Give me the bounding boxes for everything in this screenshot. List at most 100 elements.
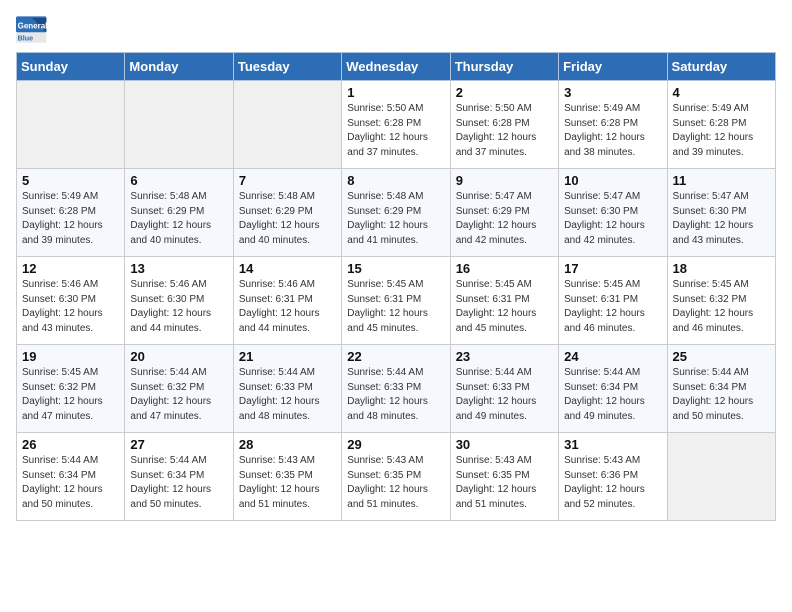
day-number: 4 xyxy=(673,85,770,100)
calendar-cell: 23 Sunrise: 5:44 AM Sunset: 6:33 PM Dayli… xyxy=(450,345,558,433)
day-info: Sunrise: 5:45 AM Sunset: 6:31 PM Dayligh… xyxy=(456,278,553,336)
calendar-week-2: 5 Sunrise: 5:49 AM Sunset: 6:28 PM Daylig… xyxy=(17,169,776,257)
calendar-header-row: SundayMondayTuesdayWednesdayThursdayFrid… xyxy=(17,53,776,81)
day-number: 13 xyxy=(130,261,227,276)
day-number: 24 xyxy=(564,349,661,364)
calendar-week-4: 19 Sunrise: 5:45 AM Sunset: 6:32 PM Dayli… xyxy=(17,345,776,433)
header-friday: Friday xyxy=(559,53,667,81)
day-info: Sunrise: 5:44 AM Sunset: 6:34 PM Dayligh… xyxy=(130,454,227,512)
day-info: Sunrise: 5:44 AM Sunset: 6:34 PM Dayligh… xyxy=(564,366,661,424)
day-info: Sunrise: 5:44 AM Sunset: 6:32 PM Dayligh… xyxy=(130,366,227,424)
logo: General Blue xyxy=(16,16,52,44)
calendar-cell xyxy=(667,433,775,521)
calendar-cell xyxy=(17,81,125,169)
header-thursday: Thursday xyxy=(450,53,558,81)
calendar-cell: 22 Sunrise: 5:44 AM Sunset: 6:33 PM Dayli… xyxy=(342,345,450,433)
day-number: 11 xyxy=(673,173,770,188)
calendar-cell: 16Sunrise: 5:45 AM Sunset: 6:31 PM Dayli… xyxy=(450,257,558,345)
day-number: 5 xyxy=(22,173,119,188)
day-info: Sunrise: 5:43 AM Sunset: 6:35 PM Dayligh… xyxy=(456,454,553,512)
day-info: Sunrise: 5:45 AM Sunset: 6:31 PM Dayligh… xyxy=(347,278,444,336)
header-wednesday: Wednesday xyxy=(342,53,450,81)
calendar-cell: 11 Sunrise: 5:47 AM Sunset: 6:30 PM Dayli… xyxy=(667,169,775,257)
day-info: Sunrise: 5:46 AM Sunset: 6:30 PM Dayligh… xyxy=(130,278,227,336)
day-number: 23 xyxy=(456,349,553,364)
day-number: 22 xyxy=(347,349,444,364)
day-number: 29 xyxy=(347,437,444,452)
day-info: Sunrise: 5:44 AM Sunset: 6:33 PM Dayligh… xyxy=(456,366,553,424)
day-info: Sunrise: 5:47 AM Sunset: 6:30 PM Dayligh… xyxy=(564,190,661,248)
calendar-cell: 12Sunrise: 5:46 AM Sunset: 6:30 PM Dayli… xyxy=(17,257,125,345)
day-info: Sunrise: 5:47 AM Sunset: 6:30 PM Dayligh… xyxy=(673,190,770,248)
calendar-cell: 7Sunrise: 5:48 AM Sunset: 6:29 PM Daylig… xyxy=(233,169,341,257)
calendar-cell: 8 Sunrise: 5:48 AM Sunset: 6:29 PM Daylig… xyxy=(342,169,450,257)
day-number: 8 xyxy=(347,173,444,188)
calendar-cell: 10Sunrise: 5:47 AM Sunset: 6:30 PM Dayli… xyxy=(559,169,667,257)
day-number: 1 xyxy=(347,85,444,100)
day-number: 6 xyxy=(130,173,227,188)
day-info: Sunrise: 5:49 AM Sunset: 6:28 PM Dayligh… xyxy=(673,102,770,160)
day-number: 25 xyxy=(673,349,770,364)
header-monday: Monday xyxy=(125,53,233,81)
calendar-cell: 13 Sunrise: 5:46 AM Sunset: 6:30 PM Dayli… xyxy=(125,257,233,345)
day-info: Sunrise: 5:46 AM Sunset: 6:31 PM Dayligh… xyxy=(239,278,336,336)
day-info: Sunrise: 5:47 AM Sunset: 6:29 PM Dayligh… xyxy=(456,190,553,248)
header-saturday: Saturday xyxy=(667,53,775,81)
day-number: 26 xyxy=(22,437,119,452)
day-number: 19 xyxy=(22,349,119,364)
calendar-cell xyxy=(125,81,233,169)
calendar-cell: 4 Sunrise: 5:49 AM Sunset: 6:28 PM Daylig… xyxy=(667,81,775,169)
calendar-cell: 14Sunrise: 5:46 AM Sunset: 6:31 PM Dayli… xyxy=(233,257,341,345)
header-tuesday: Tuesday xyxy=(233,53,341,81)
day-info: Sunrise: 5:43 AM Sunset: 6:36 PM Dayligh… xyxy=(564,454,661,512)
calendar-cell: 9 Sunrise: 5:47 AM Sunset: 6:29 PM Daylig… xyxy=(450,169,558,257)
day-number: 18 xyxy=(673,261,770,276)
svg-text:General: General xyxy=(18,21,48,30)
day-info: Sunrise: 5:48 AM Sunset: 6:29 PM Dayligh… xyxy=(347,190,444,248)
day-number: 21 xyxy=(239,349,336,364)
page-header: General Blue xyxy=(16,16,776,44)
day-info: Sunrise: 5:44 AM Sunset: 6:34 PM Dayligh… xyxy=(22,454,119,512)
calendar-cell: 15 Sunrise: 5:45 AM Sunset: 6:31 PM Dayli… xyxy=(342,257,450,345)
calendar-cell: 25 Sunrise: 5:44 AM Sunset: 6:34 PM Dayli… xyxy=(667,345,775,433)
calendar-cell: 6Sunrise: 5:48 AM Sunset: 6:29 PM Daylig… xyxy=(125,169,233,257)
day-number: 3 xyxy=(564,85,661,100)
calendar-table: SundayMondayTuesdayWednesdayThursdayFrid… xyxy=(16,52,776,521)
calendar-cell: 26 Sunrise: 5:44 AM Sunset: 6:34 PM Dayli… xyxy=(17,433,125,521)
calendar-cell: 5 Sunrise: 5:49 AM Sunset: 6:28 PM Daylig… xyxy=(17,169,125,257)
calendar-cell: 18 Sunrise: 5:45 AM Sunset: 6:32 PM Dayli… xyxy=(667,257,775,345)
calendar-cell: 17 Sunrise: 5:45 AM Sunset: 6:31 PM Dayli… xyxy=(559,257,667,345)
day-info: Sunrise: 5:45 AM Sunset: 6:32 PM Dayligh… xyxy=(22,366,119,424)
calendar-cell: 29Sunrise: 5:43 AM Sunset: 6:35 PM Dayli… xyxy=(342,433,450,521)
calendar-cell: 21Sunrise: 5:44 AM Sunset: 6:33 PM Dayli… xyxy=(233,345,341,433)
calendar-cell: 30 Sunrise: 5:43 AM Sunset: 6:35 PM Dayli… xyxy=(450,433,558,521)
day-number: 20 xyxy=(130,349,227,364)
calendar-cell: 20 Sunrise: 5:44 AM Sunset: 6:32 PM Dayli… xyxy=(125,345,233,433)
calendar-week-3: 12Sunrise: 5:46 AM Sunset: 6:30 PM Dayli… xyxy=(17,257,776,345)
calendar-cell: 19 Sunrise: 5:45 AM Sunset: 6:32 PM Dayli… xyxy=(17,345,125,433)
day-info: Sunrise: 5:49 AM Sunset: 6:28 PM Dayligh… xyxy=(22,190,119,248)
calendar-cell: 2Sunrise: 5:50 AM Sunset: 6:28 PM Daylig… xyxy=(450,81,558,169)
svg-text:Blue: Blue xyxy=(18,33,34,42)
header-sunday: Sunday xyxy=(17,53,125,81)
calendar-cell xyxy=(233,81,341,169)
calendar-cell: 3 Sunrise: 5:49 AM Sunset: 6:28 PM Daylig… xyxy=(559,81,667,169)
day-info: Sunrise: 5:50 AM Sunset: 6:28 PM Dayligh… xyxy=(347,102,444,160)
day-number: 30 xyxy=(456,437,553,452)
day-info: Sunrise: 5:43 AM Sunset: 6:35 PM Dayligh… xyxy=(239,454,336,512)
day-info: Sunrise: 5:44 AM Sunset: 6:33 PM Dayligh… xyxy=(347,366,444,424)
calendar-week-1: 1 Sunrise: 5:50 AM Sunset: 6:28 PM Daylig… xyxy=(17,81,776,169)
day-number: 28 xyxy=(239,437,336,452)
day-number: 9 xyxy=(456,173,553,188)
calendar-cell: 1 Sunrise: 5:50 AM Sunset: 6:28 PM Daylig… xyxy=(342,81,450,169)
day-number: 2 xyxy=(456,85,553,100)
day-number: 7 xyxy=(239,173,336,188)
day-info: Sunrise: 5:45 AM Sunset: 6:31 PM Dayligh… xyxy=(564,278,661,336)
logo-icon: General Blue xyxy=(16,16,48,44)
day-info: Sunrise: 5:45 AM Sunset: 6:32 PM Dayligh… xyxy=(673,278,770,336)
day-info: Sunrise: 5:44 AM Sunset: 6:34 PM Dayligh… xyxy=(673,366,770,424)
day-info: Sunrise: 5:49 AM Sunset: 6:28 PM Dayligh… xyxy=(564,102,661,160)
day-number: 15 xyxy=(347,261,444,276)
day-number: 31 xyxy=(564,437,661,452)
day-number: 17 xyxy=(564,261,661,276)
